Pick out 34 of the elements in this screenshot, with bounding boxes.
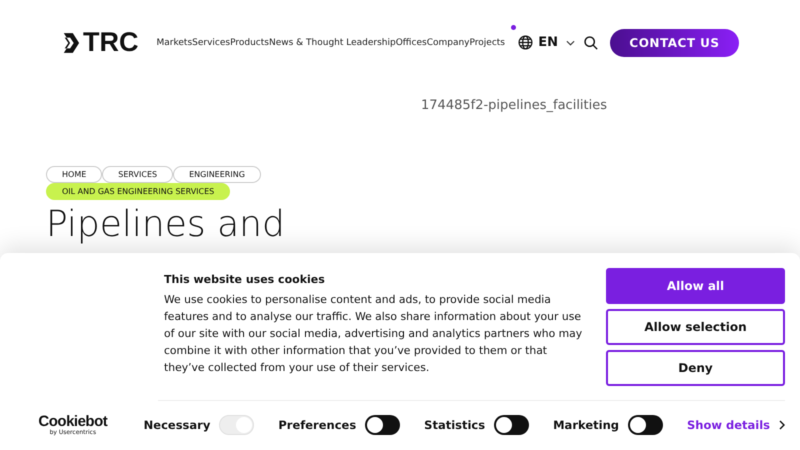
logo[interactable]: TRC <box>62 29 138 56</box>
banner-title: This website uses cookies <box>164 273 326 286</box>
image-alt-text: 174485f2-pipelines_facilities <box>420 98 608 115</box>
language-selector[interactable]: EN <box>538 35 558 50</box>
nav-link[interactable]: Offices <box>396 38 427 48</box>
chevron-down-icon[interactable] <box>566 40 575 46</box>
breadcrumb-link[interactable]: ENGINEERING <box>173 166 261 183</box>
nav-link[interactable]: Company <box>426 38 470 48</box>
nav-link[interactable]: Projects <box>470 38 505 48</box>
toggle-label: Statistics <box>424 418 486 432</box>
search-icon[interactable] <box>584 36 598 50</box>
allow-all-button[interactable]: Allow all <box>606 268 785 304</box>
consent-button[interactable]: Allow selection <box>606 309 785 345</box>
nav-link[interactable]: Services <box>192 38 230 48</box>
banner-text: We use cookies to personalise content and ads, to provide social media features and to analyse our traffic. We also share information about your use of our site with our social media, advertising and analytics partners who may combine it with other information that you’ve provided to them or that they’ve collected from your use of their services. <box>164 292 584 376</box>
page-heading: Pipelines and <box>46 204 286 246</box>
chevron-right-icon[interactable] <box>779 420 785 430</box>
globe-icon[interactable] <box>518 35 534 50</box>
toggle-label: Preferences <box>278 418 356 432</box>
toggle-switch[interactable] <box>494 415 530 435</box>
consent-button[interactable]: Deny <box>606 350 785 386</box>
toggle-label: Marketing <box>553 418 619 432</box>
notification-dot <box>511 24 516 30</box>
breadcrumb-link[interactable]: HOME <box>46 166 102 183</box>
contact-button[interactable]: CONTACT US <box>610 28 739 56</box>
toggle-label: Necessary <box>144 418 210 432</box>
toggle-switch[interactable] <box>628 415 663 435</box>
breadcrumb-link[interactable]: OIL AND GAS ENGINEERING SERVICES <box>46 183 230 200</box>
toggle-switch[interactable] <box>365 415 400 435</box>
nav-link[interactable]: Markets <box>156 38 192 48</box>
show-details-link[interactable]: Show details <box>686 418 770 432</box>
nav-link[interactable]: Products <box>230 38 269 48</box>
nav-link[interactable]: News & Thought Leadership <box>268 38 396 48</box>
breadcrumb-link[interactable]: SERVICES <box>102 166 174 183</box>
